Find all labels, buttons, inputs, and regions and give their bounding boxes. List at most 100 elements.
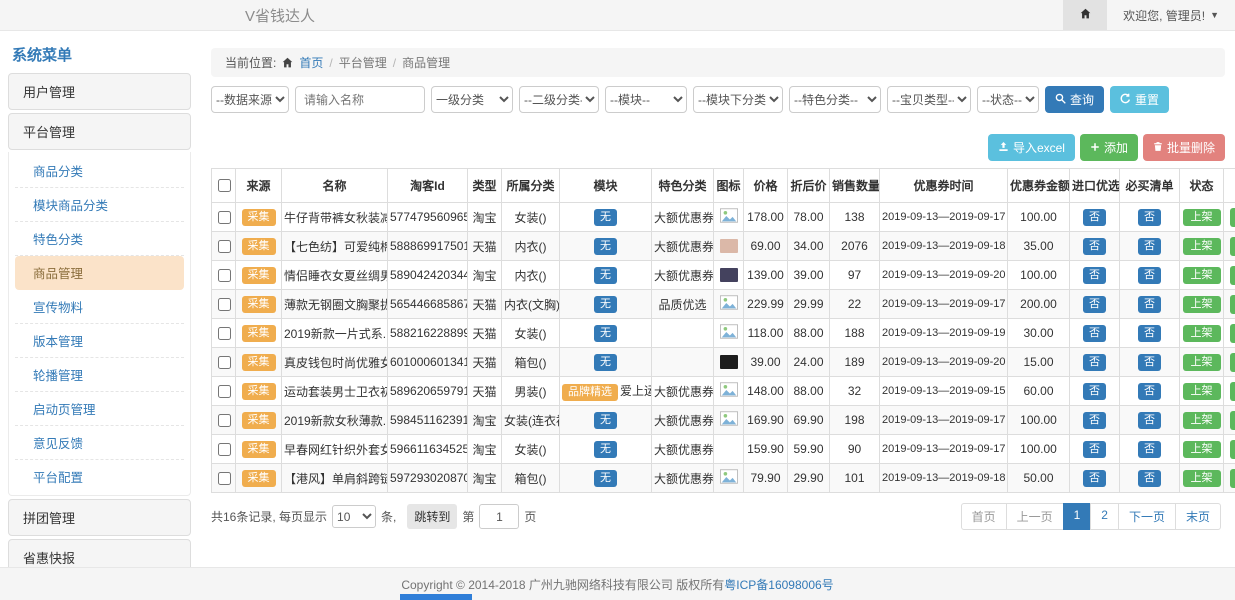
row-checkbox[interactable] — [218, 356, 231, 369]
data-source-select[interactable]: --数据来源-- — [211, 86, 289, 113]
edit-button[interactable] — [1230, 411, 1235, 430]
row-checkbox[interactable] — [218, 269, 231, 282]
sidebar-item-goods-manage-active[interactable]: 商品管理 — [15, 256, 184, 290]
edit-button[interactable] — [1230, 440, 1235, 459]
add-button[interactable]: 添加 — [1080, 134, 1138, 161]
import-select-toggle[interactable]: 否 — [1083, 209, 1106, 226]
sidebar-item-link[interactable]: 启动页管理 — [15, 392, 184, 426]
import-select-toggle[interactable]: 否 — [1083, 325, 1106, 342]
level1-category-select[interactable]: 一级分类 — [431, 86, 513, 113]
module-none-badge[interactable]: 无 — [594, 325, 617, 342]
edit-button[interactable] — [1230, 208, 1235, 227]
row-checkbox[interactable] — [218, 385, 231, 398]
breadcrumb-home-link[interactable]: 首页 — [299, 54, 323, 71]
module-none-badge[interactable]: 无 — [594, 412, 617, 429]
edit-button[interactable] — [1230, 353, 1235, 372]
module-none-badge[interactable]: 无 — [594, 296, 617, 313]
sidebar-item-link[interactable]: 意见反馈 — [15, 426, 184, 460]
edit-button[interactable] — [1230, 469, 1235, 488]
sidebar-item-link[interactable]: 特色分类 — [15, 222, 184, 256]
module-none-badge[interactable]: 无 — [594, 354, 617, 371]
module-none-badge[interactable]: 无 — [594, 267, 617, 284]
sidebar-item-link[interactable]: 轮播管理 — [15, 358, 184, 392]
import-select-toggle[interactable]: 否 — [1083, 267, 1106, 284]
page-button-首页[interactable]: 首页 — [961, 503, 1007, 530]
sidebar-item-link[interactable]: 模块商品分类 — [15, 188, 184, 222]
select-all-checkbox[interactable] — [218, 179, 231, 192]
must-buy-toggle[interactable]: 否 — [1138, 238, 1161, 255]
status-on-shelf-button[interactable]: 上架 — [1183, 209, 1221, 226]
edit-button[interactable] — [1230, 382, 1235, 401]
status-on-shelf-button[interactable]: 上架 — [1183, 267, 1221, 284]
user-menu[interactable]: 欢迎您, 管理员! ▼ — [1107, 7, 1235, 24]
module-select[interactable]: --模块-- — [605, 86, 687, 113]
sidebar-item-link[interactable]: 版本管理 — [15, 324, 184, 358]
sidebar-group-users[interactable]: 用户管理 — [8, 73, 191, 110]
edit-button[interactable] — [1230, 324, 1235, 343]
row-checkbox[interactable] — [218, 327, 231, 340]
page-button-2[interactable]: 2 — [1090, 503, 1119, 530]
jump-button[interactable]: 跳转到 — [407, 504, 457, 529]
icp-link[interactable]: 粤ICP备16098006号 — [724, 576, 833, 593]
feature-category-select[interactable]: --特色分类-- — [789, 86, 881, 113]
import-select-toggle[interactable]: 否 — [1083, 412, 1106, 429]
must-buy-toggle[interactable]: 否 — [1138, 325, 1161, 342]
module-none-badge[interactable]: 无 — [594, 441, 617, 458]
must-buy-toggle[interactable]: 否 — [1138, 470, 1161, 487]
sidebar-item-link[interactable]: 平台配置 — [15, 460, 184, 493]
page-button-下一页[interactable]: 下一页 — [1118, 503, 1176, 530]
page-number-input[interactable] — [479, 504, 519, 529]
row-checkbox[interactable] — [218, 443, 231, 456]
must-buy-toggle[interactable]: 否 — [1138, 296, 1161, 313]
import-select-toggle[interactable]: 否 — [1083, 296, 1106, 313]
must-buy-toggle[interactable]: 否 — [1138, 441, 1161, 458]
status-on-shelf-button[interactable]: 上架 — [1183, 296, 1221, 313]
item-type-select[interactable]: --宝贝类型-- — [887, 86, 971, 113]
page-button-1[interactable]: 1 — [1063, 503, 1092, 530]
import-excel-button[interactable]: 导入excel — [988, 134, 1075, 161]
import-select-toggle[interactable]: 否 — [1083, 354, 1106, 371]
edit-button[interactable] — [1230, 237, 1235, 256]
sidebar-item-link[interactable]: 宣传物料 — [15, 290, 184, 324]
import-select-toggle[interactable]: 否 — [1083, 470, 1106, 487]
edit-button[interactable] — [1230, 266, 1235, 285]
must-buy-toggle[interactable]: 否 — [1138, 354, 1161, 371]
status-on-shelf-button[interactable]: 上架 — [1183, 383, 1221, 400]
must-buy-toggle[interactable]: 否 — [1138, 383, 1161, 400]
reset-button[interactable]: 重置 — [1110, 86, 1169, 113]
home-button[interactable] — [1063, 0, 1107, 30]
must-buy-toggle[interactable]: 否 — [1138, 267, 1161, 284]
row-checkbox[interactable] — [218, 472, 231, 485]
page-button-上一页[interactable]: 上一页 — [1006, 503, 1064, 530]
sidebar-item-link[interactable]: 商品分类 — [15, 154, 184, 188]
row-checkbox[interactable] — [218, 298, 231, 311]
status-on-shelf-button[interactable]: 上架 — [1183, 441, 1221, 458]
status-select[interactable]: --状态-- — [977, 86, 1039, 113]
per-page-select[interactable]: 10 — [332, 505, 376, 528]
status-on-shelf-button[interactable]: 上架 — [1183, 470, 1221, 487]
edit-button[interactable] — [1230, 295, 1235, 314]
level2-category-select[interactable]: --二级分类-- — [519, 86, 599, 113]
must-buy-toggle[interactable]: 否 — [1138, 209, 1161, 226]
module-sub-select[interactable]: --模块下分类-- — [693, 86, 783, 113]
row-checkbox[interactable] — [218, 240, 231, 253]
import-select-toggle[interactable]: 否 — [1083, 383, 1106, 400]
module-none-badge[interactable]: 无 — [594, 238, 617, 255]
sidebar-group-platform[interactable]: 平台管理 — [8, 113, 191, 150]
sidebar-group[interactable]: 拼团管理 — [8, 499, 191, 536]
row-checkbox[interactable] — [218, 414, 231, 427]
import-select-toggle[interactable]: 否 — [1083, 441, 1106, 458]
status-on-shelf-button[interactable]: 上架 — [1183, 238, 1221, 255]
must-buy-toggle[interactable]: 否 — [1138, 412, 1161, 429]
module-none-badge[interactable]: 无 — [594, 209, 617, 226]
status-on-shelf-button[interactable]: 上架 — [1183, 412, 1221, 429]
name-search-input[interactable] — [295, 86, 425, 113]
page-button-末页[interactable]: 末页 — [1175, 503, 1221, 530]
row-checkbox[interactable] — [218, 211, 231, 224]
import-select-toggle[interactable]: 否 — [1083, 238, 1106, 255]
search-button[interactable]: 查询 — [1045, 86, 1104, 113]
module-none-badge[interactable]: 无 — [594, 470, 617, 487]
status-on-shelf-button[interactable]: 上架 — [1183, 354, 1221, 371]
status-on-shelf-button[interactable]: 上架 — [1183, 325, 1221, 342]
batch-delete-button[interactable]: 批量删除 — [1143, 134, 1225, 161]
